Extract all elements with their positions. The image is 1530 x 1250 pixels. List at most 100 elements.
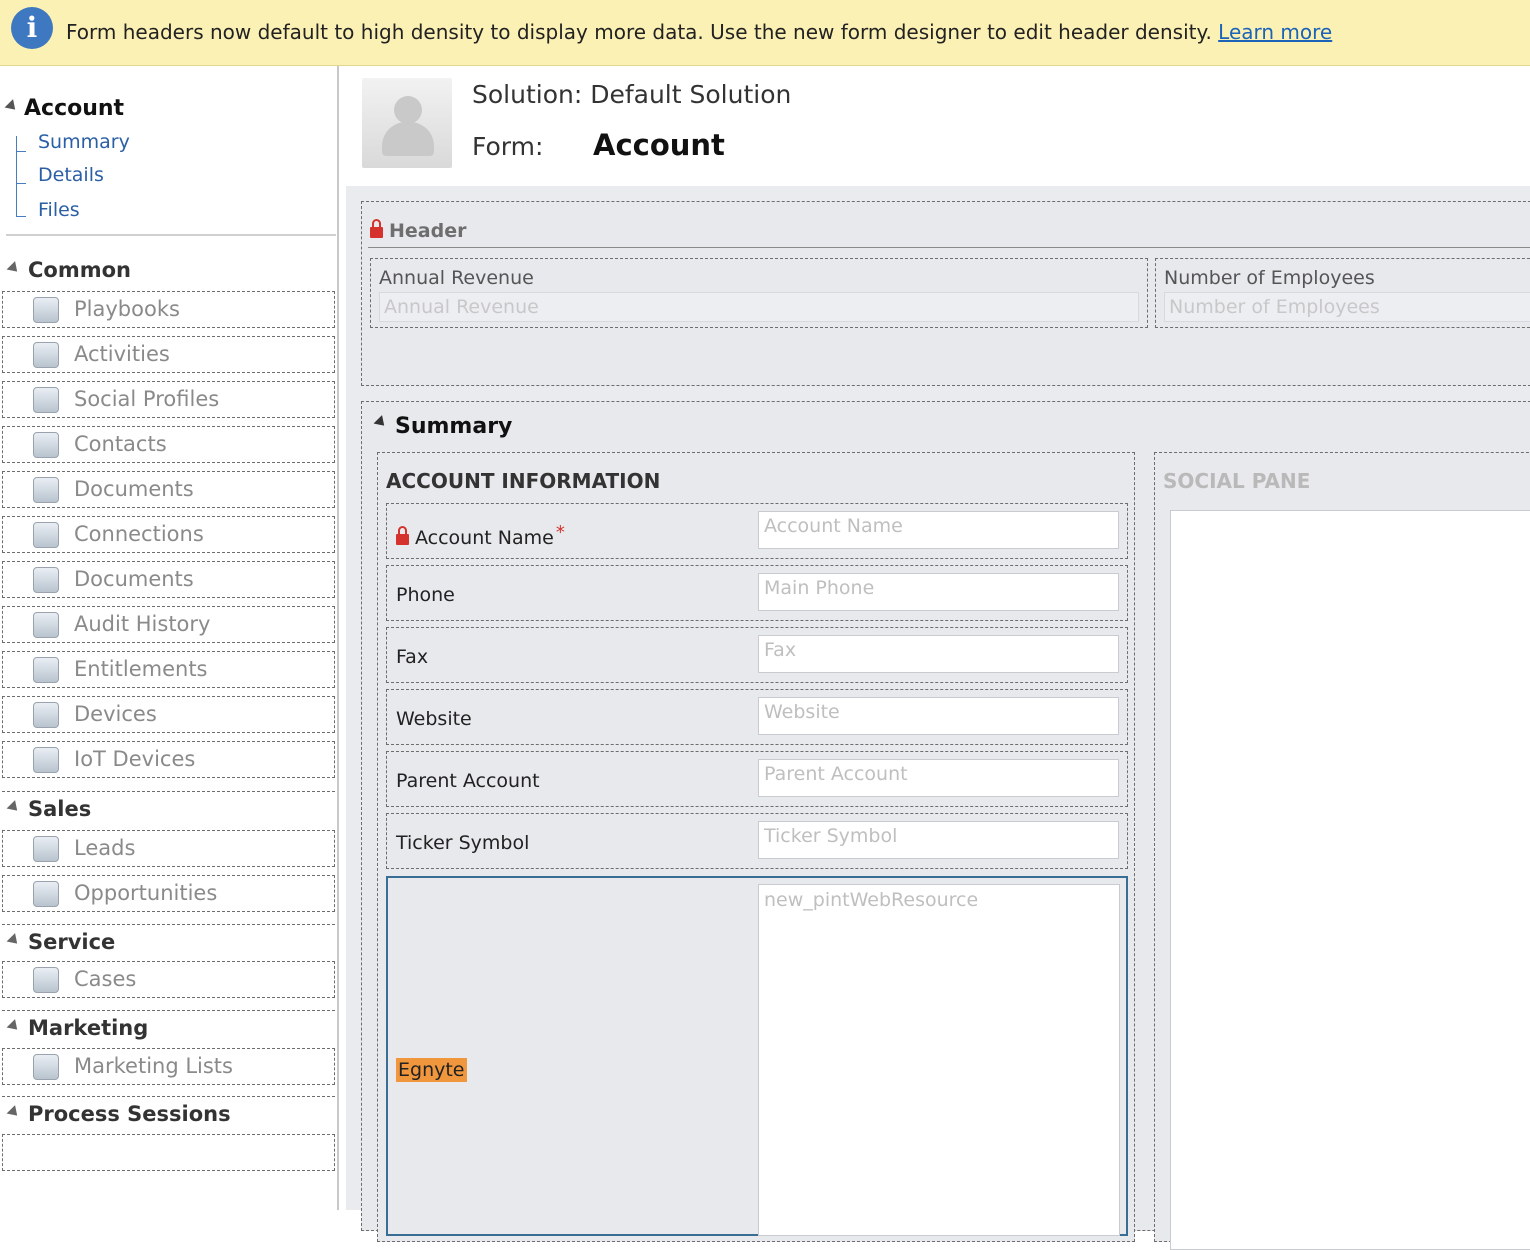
field-row-account-name[interactable]: Account Name * Account Name (386, 503, 1128, 559)
nav-group-service[interactable]: Service (6, 930, 115, 954)
activities-icon (33, 342, 59, 368)
nav-item-label: Audit History (74, 612, 211, 636)
nav-item-label: Playbooks (74, 297, 180, 321)
group-divider (2, 791, 335, 792)
solution-name: Solution: Default Solution (472, 80, 792, 109)
website-input[interactable]: Website (758, 697, 1119, 735)
social-pane-section[interactable]: SOCIAL PANE (1154, 452, 1530, 1250)
ticker-symbol-input[interactable]: Ticker Symbol (758, 821, 1119, 859)
nav-item-audit-history[interactable]: Audit History (2, 606, 335, 643)
field-label: Account Name * (396, 522, 565, 549)
collapse-triangle-icon (6, 800, 22, 815)
required-marker: * (555, 522, 565, 543)
collapse-triangle-icon (6, 933, 22, 948)
field-label: Phone (396, 584, 455, 606)
nav-item-playbooks[interactable]: Playbooks (2, 291, 335, 328)
nav-item-devices[interactable]: Devices (2, 696, 335, 733)
collapse-triangle-icon (373, 415, 389, 430)
nav-item-documents[interactable]: Documents (2, 561, 335, 598)
notification-bar: i Form headers now default to high densi… (0, 0, 1530, 66)
nav-item-label: Contacts (74, 432, 167, 456)
field-row-fax[interactable]: Fax Fax (386, 627, 1128, 683)
cases-icon (33, 967, 59, 993)
web-resource-frame[interactable]: new_pintWebResource (758, 884, 1120, 1236)
nav-item-contacts[interactable]: Contacts (2, 426, 335, 463)
sidebar-link-details[interactable]: Details (38, 164, 104, 186)
nav-divider (6, 234, 336, 236)
nav-item-marketing-lists[interactable]: Marketing Lists (2, 1048, 335, 1085)
account-information-section[interactable]: ACCOUNT INFORMATION Account Name * Accoun… (377, 452, 1135, 1242)
nav-item-label: Documents (74, 477, 194, 501)
notification-text: Form headers now default to high density… (66, 20, 1212, 44)
documents-icon (33, 567, 59, 593)
fax-input[interactable]: Fax (758, 635, 1119, 673)
nav-item-label: Social Profiles (74, 387, 220, 411)
field-row-website[interactable]: Website Website (386, 689, 1128, 745)
nav-item-label: Connections (74, 522, 204, 546)
main-area: Solution: Default Solution Form: Account… (346, 66, 1530, 1250)
form-canvas: Header Annual Revenue Annual Revenue Num… (346, 186, 1530, 1250)
field-label: Fax (396, 646, 429, 668)
sidebar-entity-title[interactable]: Account (4, 96, 124, 121)
group-divider (2, 1096, 335, 1097)
field-row-ticker-symbol[interactable]: Ticker Symbol Ticker Symbol (386, 813, 1128, 869)
collapse-triangle-icon (6, 261, 22, 276)
opportunities-icon (33, 881, 59, 907)
tree-tick (16, 151, 26, 152)
nav-item-connections[interactable]: Connections (2, 516, 335, 553)
nav-item-opportunities[interactable]: Opportunities (2, 875, 335, 912)
field-label: Website (396, 708, 472, 730)
sidebar-link-summary[interactable]: Summary (38, 131, 130, 153)
nav-group-process-sessions[interactable]: Process Sessions (6, 1102, 231, 1126)
tree-tick (16, 183, 26, 184)
form-label: Form: (472, 132, 544, 161)
notification-message: Form headers now default to high density… (66, 20, 1332, 44)
nav-item-leads[interactable]: Leads (2, 830, 335, 867)
learn-more-link[interactable]: Learn more (1218, 20, 1332, 44)
connections-icon (33, 522, 59, 548)
phone-input[interactable]: Main Phone (758, 573, 1119, 611)
summary-tab[interactable]: Summary ACCOUNT INFORMATION Account Name… (361, 401, 1530, 1250)
lock-icon (370, 219, 383, 238)
header-section[interactable]: Header Annual Revenue Annual Revenue Num… (361, 201, 1530, 386)
parent-account-input[interactable]: Parent Account (758, 759, 1119, 797)
web-resource-row-egnyte[interactable]: Egnyte new_pintWebResource (386, 876, 1128, 1236)
annual-revenue-input[interactable]: Annual Revenue (379, 292, 1139, 322)
devices-icon (33, 702, 59, 728)
nav-group-sales[interactable]: Sales (6, 797, 91, 821)
leads-icon (33, 836, 59, 862)
nav-item-iot-devices[interactable]: IoT Devices (2, 741, 335, 778)
nav-item-label: Entitlements (74, 657, 208, 681)
nav-item-activities[interactable]: Activities (2, 336, 335, 373)
nav-item-entitlements[interactable]: Entitlements (2, 651, 335, 688)
nav-item-documents[interactable]: Documents (2, 471, 335, 508)
nav-item-cases[interactable]: Cases (2, 961, 335, 998)
nav-group-marketing[interactable]: Marketing (6, 1016, 148, 1040)
entity-avatar-icon (362, 78, 452, 168)
section-title: SOCIAL PANE (1163, 469, 1311, 493)
field-label: Number of Employees (1164, 267, 1375, 289)
header-field-number-of-employees[interactable]: Number of Employees Number of Employees (1155, 258, 1530, 328)
section-title: ACCOUNT INFORMATION (386, 469, 661, 493)
form-name: Account (593, 128, 725, 162)
summary-tab-title[interactable]: Summary (373, 414, 512, 439)
sidebar-link-files[interactable]: Files (38, 199, 80, 221)
account-name-input[interactable]: Account Name (758, 511, 1119, 549)
nav-item-label: Activities (74, 342, 170, 366)
collapse-triangle-icon (6, 1105, 22, 1120)
number-of-employees-input[interactable]: Number of Employees (1164, 292, 1530, 322)
header-divider (368, 247, 1530, 248)
collapse-triangle-icon (6, 1019, 22, 1034)
nav-item-label: Opportunities (74, 881, 218, 905)
nav-item-social-profiles[interactable]: Social Profiles (2, 381, 335, 418)
social-profiles-icon (33, 387, 59, 413)
marketing-lists-icon (33, 1054, 59, 1080)
iot-devices-icon (33, 747, 59, 773)
header-field-annual-revenue[interactable]: Annual Revenue Annual Revenue (370, 258, 1148, 328)
info-icon: i (11, 7, 53, 49)
nav-group-common[interactable]: Common (6, 258, 131, 282)
entitlements-icon (33, 657, 59, 683)
field-row-phone[interactable]: Phone Main Phone (386, 565, 1128, 621)
group-divider (2, 1010, 335, 1011)
field-row-parent-account[interactable]: Parent Account Parent Account (386, 751, 1128, 807)
